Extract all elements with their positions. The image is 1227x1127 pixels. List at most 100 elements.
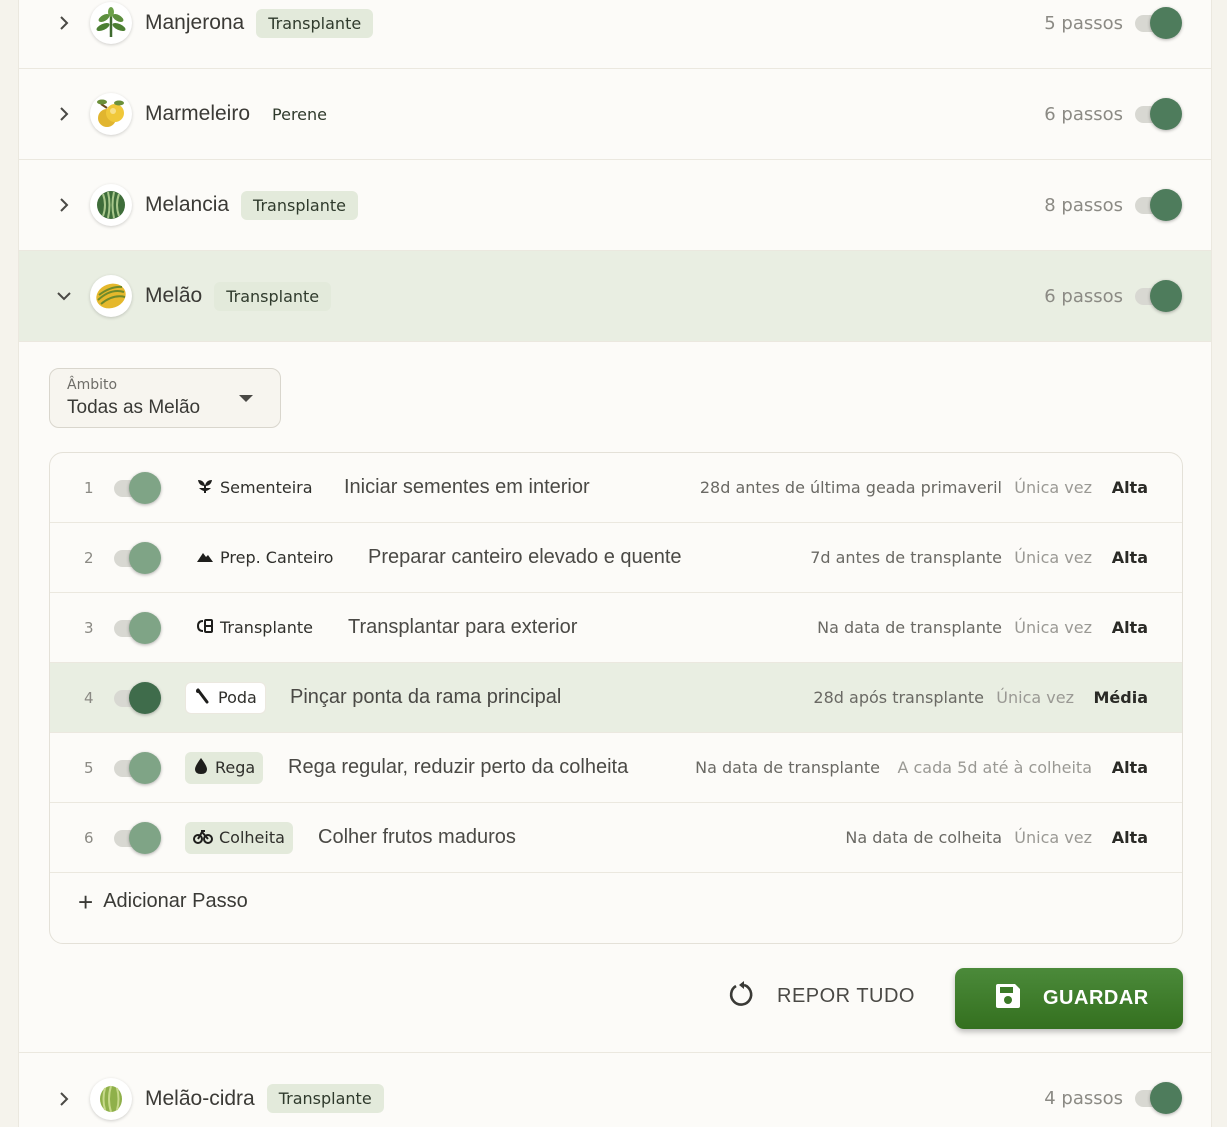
step-title: Preparar canteiro elevado e quente bbox=[368, 546, 682, 568]
step-row[interactable]: 2 Prep. Canteiro Preparar canteiro eleva… bbox=[50, 523, 1182, 593]
step-count: 6 passos bbox=[1044, 103, 1123, 125]
step-row[interactable]: 3 Transplante Transplantar para exterior… bbox=[50, 593, 1182, 663]
step-count: 5 passos bbox=[1044, 12, 1123, 34]
save-button[interactable]: GUARDAR bbox=[955, 968, 1183, 1029]
step-priority: Alta bbox=[1111, 478, 1148, 497]
step-type-text: Prep. Canteiro bbox=[220, 548, 334, 567]
step-title: Transplantar para exterior bbox=[348, 616, 578, 638]
crop-row-melao[interactable]: Melão Transplante 6 passos bbox=[19, 251, 1211, 342]
transplant-icon bbox=[196, 617, 214, 639]
crop-row-marmeleiro[interactable]: Marmeleiro Perene 6 passos bbox=[19, 69, 1211, 160]
step-frequency: A cada 5d até à colheita bbox=[897, 758, 1092, 777]
plus-icon: + bbox=[78, 886, 94, 917]
crop-title: Marmeleiro Perene bbox=[145, 100, 337, 129]
step-type-text: Rega bbox=[215, 758, 256, 777]
crop-enabled-toggle[interactable] bbox=[1133, 1082, 1183, 1114]
crop-enabled-toggle[interactable] bbox=[1133, 280, 1183, 312]
crop-row-melancia[interactable]: Melancia Transplante 8 passos bbox=[19, 160, 1211, 251]
crop-type-badge: Transplante bbox=[241, 190, 358, 220]
step-row[interactable]: 5 Rega Rega regular, reduzir perto da co… bbox=[50, 733, 1182, 803]
crop-row-melao-cidra[interactable]: Melão-cidra Transplante 4 passos bbox=[19, 1053, 1211, 1127]
crop-enabled-toggle[interactable] bbox=[1133, 98, 1183, 130]
step-row[interactable]: 4 Poda Pinçar ponta da rama principal 28… bbox=[50, 663, 1182, 733]
step-frequency: Única vez bbox=[996, 688, 1074, 707]
step-number: 2 bbox=[84, 548, 94, 567]
crop-name: Manjerona bbox=[145, 11, 245, 34]
step-timing: 28d antes de última geada primaveril bbox=[699, 478, 1002, 497]
step-number: 3 bbox=[84, 618, 94, 637]
crop-type-badge: Transplante bbox=[214, 281, 332, 311]
chevron-down-icon[interactable] bbox=[57, 289, 71, 303]
crop-title: Melão Transplante bbox=[145, 281, 332, 311]
step-type-label: Sementeira bbox=[188, 472, 321, 504]
crop-type-badge: Perene bbox=[272, 104, 328, 124]
crop-title: Melancia Transplante bbox=[145, 190, 358, 220]
crop-enabled-toggle[interactable] bbox=[1133, 7, 1183, 39]
step-type-label: Transplante bbox=[188, 612, 321, 644]
crop-title: Manjerona Transplante bbox=[145, 8, 374, 38]
step-enabled-toggle[interactable] bbox=[112, 472, 162, 504]
step-type-text: Transplante bbox=[220, 618, 313, 637]
step-row[interactable]: 1 Sementeira Iniciar sementes em interio… bbox=[50, 453, 1182, 523]
step-title: Iniciar sementes em interior bbox=[344, 476, 590, 498]
reset-label: REPOR TUDO bbox=[777, 984, 915, 1007]
add-step-button[interactable]: + Adicionar Passo bbox=[78, 886, 248, 917]
step-timing: Na data de transplante bbox=[817, 618, 1002, 637]
step-enabled-toggle[interactable] bbox=[112, 682, 162, 714]
step-priority: Alta bbox=[1111, 548, 1148, 567]
step-number: 4 bbox=[84, 688, 94, 707]
save-icon bbox=[993, 981, 1023, 1017]
dropdown-caret-icon bbox=[239, 395, 253, 402]
step-type-label: Colheita bbox=[185, 821, 293, 854]
step-title: Pinçar ponta da rama principal bbox=[290, 686, 562, 708]
step-enabled-toggle[interactable] bbox=[112, 822, 162, 854]
chevron-right-icon[interactable] bbox=[57, 107, 71, 121]
step-enabled-toggle[interactable] bbox=[112, 752, 162, 784]
step-number: 1 bbox=[84, 478, 94, 497]
scope-select[interactable]: Âmbito Todas as Melão bbox=[49, 368, 281, 428]
step-frequency: Única vez bbox=[1014, 618, 1092, 637]
step-priority: Alta bbox=[1111, 828, 1148, 847]
water-drop-icon bbox=[193, 757, 209, 779]
crop-type-badge: Transplante bbox=[256, 8, 374, 38]
step-count: 6 passos bbox=[1044, 285, 1123, 307]
reset-all-button[interactable]: REPOR TUDO bbox=[727, 978, 915, 1014]
step-title: Colher frutos maduros bbox=[318, 826, 516, 848]
step-timing: Na data de transplante bbox=[695, 758, 880, 777]
step-number: 6 bbox=[84, 828, 94, 847]
crop-type-badge: Transplante bbox=[266, 1084, 384, 1113]
seedling-icon bbox=[196, 477, 214, 499]
chevron-right-icon[interactable] bbox=[57, 16, 71, 30]
crop-row-manjerona[interactable]: Manjerona Transplante 5 passos bbox=[19, 0, 1211, 69]
step-frequency: Única vez bbox=[1014, 478, 1092, 497]
step-type-label: Rega bbox=[185, 751, 264, 784]
citron-melon-icon bbox=[90, 1077, 132, 1120]
crop-list-panel: Manjerona Transplante 5 passos Marmeleir… bbox=[18, 0, 1212, 1127]
melon-icon bbox=[90, 275, 132, 317]
step-title: Rega regular, reduzir perto da colheita bbox=[288, 756, 629, 778]
chevron-right-icon[interactable] bbox=[57, 1091, 71, 1106]
step-timing: 7d antes de transplante bbox=[810, 548, 1002, 567]
crop-enabled-toggle[interactable] bbox=[1133, 189, 1183, 221]
step-priority: Alta bbox=[1111, 618, 1148, 637]
crop-title: Melão-cidra Transplante bbox=[145, 1084, 384, 1113]
reset-icon bbox=[727, 978, 755, 1014]
crop-name: Melão bbox=[145, 284, 203, 307]
step-count: 4 passos bbox=[1044, 1088, 1123, 1109]
pruning-icon bbox=[194, 687, 212, 709]
herb-icon bbox=[90, 2, 132, 44]
step-type-text: Poda bbox=[218, 688, 257, 707]
terrain-icon bbox=[196, 548, 214, 567]
watermelon-icon bbox=[90, 184, 132, 226]
step-enabled-toggle[interactable] bbox=[112, 542, 162, 574]
step-frequency: Única vez bbox=[1014, 548, 1092, 567]
step-priority: Média bbox=[1093, 688, 1148, 707]
step-enabled-toggle[interactable] bbox=[112, 612, 162, 644]
step-timing: Na data de colheita bbox=[845, 828, 1002, 847]
harvest-icon bbox=[193, 828, 213, 848]
chevron-right-icon[interactable] bbox=[57, 198, 71, 212]
add-step-label: Adicionar Passo bbox=[103, 890, 248, 912]
scope-label: Âmbito bbox=[67, 377, 118, 393]
step-row[interactable]: 6 Colheita Colher frutos maduros Na data… bbox=[50, 803, 1182, 873]
step-type-text: Colheita bbox=[219, 828, 285, 847]
